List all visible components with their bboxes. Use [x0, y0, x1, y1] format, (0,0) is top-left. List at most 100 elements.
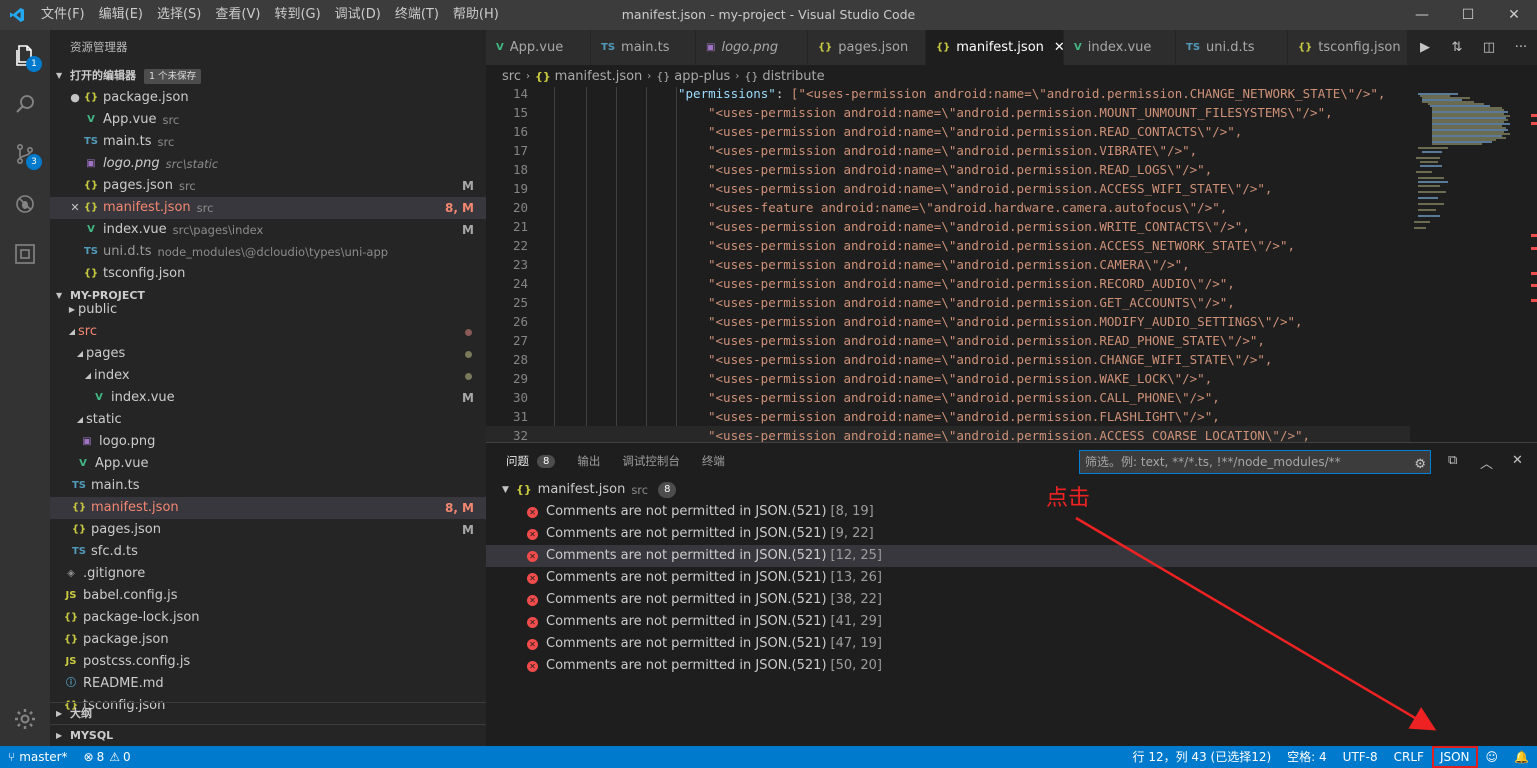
code-line[interactable]: 27 "<uses-permission android:name=\"andro… [486, 331, 1537, 350]
code-line[interactable]: 28 "<uses-permission android:name=\"andro… [486, 350, 1537, 369]
open-editor-item[interactable]: V App.vue src [50, 109, 486, 131]
menu-selection[interactable]: 选择(S) [150, 0, 208, 30]
tree-file-package-json[interactable]: {} package.json [50, 629, 486, 651]
code-line[interactable]: 31 "<uses-permission android:name=\"andro… [486, 407, 1537, 426]
tab-main-ts[interactable]: TS main.ts [591, 30, 696, 65]
menu-file[interactable]: 文件(F) [34, 0, 92, 30]
open-editor-item[interactable]: TS uni.d.ts node_modules\@dcloudio\types… [50, 241, 486, 263]
split-editor-icon[interactable]: ◫ [1473, 40, 1505, 55]
tree-folder-src[interactable]: ◢ src [50, 321, 486, 343]
open-editor-item[interactable]: ● {} package.json [50, 87, 486, 109]
tree-file-babel-config[interactable]: JS babel.config.js [50, 585, 486, 607]
menu-debug[interactable]: 调试(D) [328, 0, 388, 30]
minimize-button[interactable]: — [1399, 0, 1445, 30]
problem-item[interactable]: ✕ Comments are not permitted in JSON.(52… [486, 567, 1537, 589]
breadcrumb-item[interactable]: distribute [762, 69, 824, 84]
code-line[interactable]: 32 "<uses-permission android:name=\"andro… [486, 426, 1537, 442]
language-mode[interactable]: JSON [1431, 746, 1478, 768]
debug-icon[interactable] [0, 180, 50, 228]
minimap[interactable] [1410, 87, 1537, 442]
open-editors-header[interactable]: ▼ 打开的编辑器 1 个未保存 [50, 65, 486, 87]
problem-item[interactable]: ✕ Comments are not permitted in JSON.(52… [486, 589, 1537, 611]
tab-debug-console[interactable]: 调试控制台 [622, 453, 680, 469]
menu-go[interactable]: 转到(G) [267, 0, 327, 30]
run-icon[interactable]: ▶ [1409, 40, 1441, 55]
tab-logo-png[interactable]: ▣ logo.png [696, 30, 808, 65]
tree-folder-static[interactable]: ◢ static [50, 409, 486, 431]
tree-file-index-vue[interactable]: V index.vue M [50, 387, 486, 409]
problems-status[interactable]: ⊗ 8 ⚠ 0 [76, 746, 139, 768]
tree-file-app-vue[interactable]: V App.vue [50, 453, 486, 475]
code-line[interactable]: 20 "<uses-feature android:name=\"android.… [486, 198, 1537, 217]
open-changes-icon[interactable]: ⇅ [1441, 40, 1473, 55]
code-line[interactable]: 18 "<uses-permission android:name=\"andro… [486, 160, 1537, 179]
code-line[interactable]: 26 "<uses-permission android:name=\"andro… [486, 312, 1537, 331]
close-icon[interactable]: ✕ [68, 197, 82, 219]
maximize-panel-icon[interactable]: ︿ [1480, 453, 1493, 472]
problem-item[interactable]: ✕ Comments are not permitted in JSON.(52… [486, 655, 1537, 677]
problem-item[interactable]: ✕ Comments are not permitted in JSON.(52… [486, 501, 1537, 523]
open-editor-item[interactable]: {} pages.json src M [50, 175, 486, 197]
tree-file-postcss-config[interactable]: JS postcss.config.js [50, 651, 486, 673]
code-line[interactable]: 16 "<uses-permission android:name=\"andro… [486, 122, 1537, 141]
git-branch[interactable]: ⑂ master* [0, 746, 76, 768]
code-line[interactable]: 29 "<uses-permission android:name=\"andro… [486, 369, 1537, 388]
code-line[interactable]: 14 "permissions": ["<uses-permission andr… [486, 87, 1537, 103]
menu-view[interactable]: 查看(V) [208, 0, 267, 30]
breadcrumb-item[interactable]: src [502, 69, 521, 84]
settings-gear-icon[interactable] [0, 695, 50, 743]
close-panel-icon[interactable]: ✕ [1512, 453, 1523, 468]
maximize-button[interactable]: ☐ [1445, 0, 1491, 30]
code-line[interactable]: 23 "<uses-permission android:name=\"andro… [486, 255, 1537, 274]
code-line[interactable]: 19 "<uses-permission android:name=\"andro… [486, 179, 1537, 198]
tree-file-manifest-json[interactable]: {} manifest.json 8, M [50, 497, 486, 519]
search-icon[interactable] [0, 80, 50, 128]
problem-item[interactable]: ✕ Comments are not permitted in JSON.(52… [486, 523, 1537, 545]
extensions-icon[interactable] [0, 230, 50, 278]
tab-problems[interactable]: 问题 8 [506, 453, 556, 469]
tree-folder-pages[interactable]: ◢ pages [50, 343, 486, 365]
code-line[interactable]: 21 "<uses-permission android:name=\"andro… [486, 217, 1537, 236]
tab-index-vue[interactable]: V index.vue [1064, 30, 1176, 65]
code-line[interactable]: 24 "<uses-permission android:name=\"andro… [486, 274, 1537, 293]
editor-scrollbar[interactable] [1522, 87, 1537, 442]
indentation[interactable]: 空格: 4 [1279, 746, 1335, 768]
code-line[interactable]: 15 "<uses-permission android:name=\"andro… [486, 103, 1537, 122]
tree-file-readme[interactable]: ⓘ README.md [50, 673, 486, 695]
tree-file-gitignore[interactable]: ◈ .gitignore [50, 563, 486, 585]
code-line[interactable]: 22 "<uses-permission android:name=\"andro… [486, 236, 1537, 255]
explorer-icon[interactable]: 1 [0, 32, 50, 80]
tab-app-vue[interactable]: V App.vue [486, 30, 591, 65]
problem-file-row[interactable]: ▼ {} manifest.json src 8 [502, 479, 677, 501]
encoding[interactable]: UTF-8 [1335, 746, 1386, 768]
tab-terminal[interactable]: 终端 [702, 453, 725, 469]
code-line[interactable]: 17 "<uses-permission android:name=\"andro… [486, 141, 1537, 160]
source-control-icon[interactable]: 3 [0, 130, 50, 178]
tab-manifest-json[interactable]: {} manifest.json ✕ [926, 30, 1065, 65]
more-actions-icon[interactable]: ··· [1505, 40, 1537, 55]
breadcrumb-item[interactable]: app-plus [674, 69, 730, 84]
tree-folder-index[interactable]: ◢ index [50, 365, 486, 387]
tree-file-pages-json[interactable]: {} pages.json M [50, 519, 486, 541]
open-editor-item[interactable]: TS main.ts src [50, 131, 486, 153]
unsaved-dot-icon[interactable]: ● [68, 87, 82, 109]
code-editor[interactable]: 14 "permissions": ["<uses-permission andr… [486, 87, 1537, 442]
outline-header[interactable]: ▶ 大纲 [50, 702, 486, 724]
notifications-bell-icon[interactable]: 🔔 [1506, 746, 1537, 768]
filter-settings-icon[interactable]: ⚙ [1414, 454, 1426, 476]
code-line[interactable]: 30 "<uses-permission android:name=\"andro… [486, 388, 1537, 407]
open-editor-item-active[interactable]: ✕ {} manifest.json src 8, M [50, 197, 486, 219]
tree-file-logo-png[interactable]: ▣ logo.png [50, 431, 486, 453]
breadcrumb-item[interactable]: manifest.json [555, 69, 643, 84]
problem-item[interactable]: ✕ Comments are not permitted in JSON.(52… [486, 633, 1537, 655]
mysql-header[interactable]: ▶ MYSQL [50, 724, 486, 746]
tab-output[interactable]: 输出 [577, 453, 600, 469]
menu-terminal[interactable]: 终端(T) [388, 0, 446, 30]
menu-edit[interactable]: 编辑(E) [92, 0, 150, 30]
open-editor-item[interactable]: {} tsconfig.json [50, 263, 486, 285]
collapse-all-icon[interactable]: ⧉ [1448, 453, 1457, 468]
problem-item[interactable]: ✕ Comments are not permitted in JSON.(52… [486, 611, 1537, 633]
problems-filter-input[interactable]: 筛选。例: text, **/*.ts, !**/node_modules/**… [1079, 450, 1431, 474]
tab-tsconfig-json[interactable]: {} tsconfig.json [1288, 30, 1408, 65]
tree-file-package-lock[interactable]: {} package-lock.json [50, 607, 486, 629]
